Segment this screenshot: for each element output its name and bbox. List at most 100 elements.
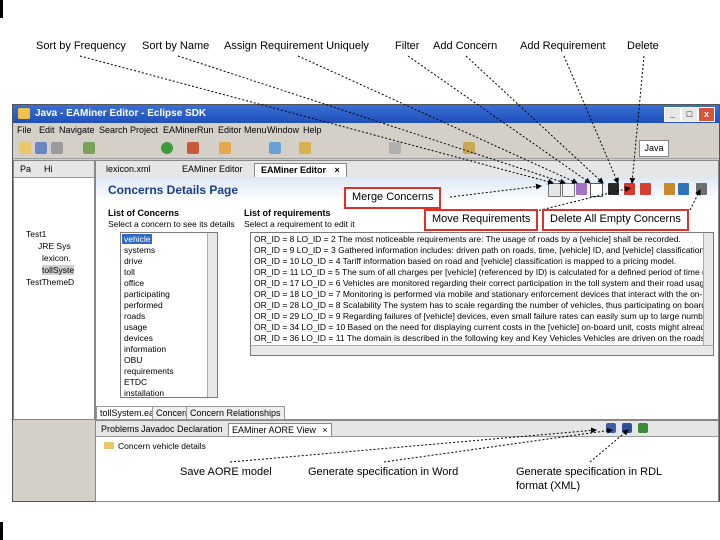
print-icon[interactable]: [51, 142, 63, 154]
external-tools-icon[interactable]: [187, 142, 199, 154]
page-title: Concerns Details Page: [108, 183, 239, 197]
save-icon[interactable]: [35, 142, 47, 154]
tree-item-jre[interactable]: JRE Sys: [38, 241, 71, 251]
open-type-icon[interactable]: [269, 142, 281, 154]
next-annotation-icon[interactable]: [389, 142, 401, 154]
maximize-button[interactable]: □: [681, 107, 698, 122]
requirement-item[interactable]: OR_ID = 11 LO_ID = 5 The sum of all char…: [254, 267, 713, 277]
close-button[interactable]: x: [698, 107, 715, 122]
requirements-title: List of requirements: [244, 208, 331, 218]
bottom-views: Problems Javadoc Declaration EAMiner AOR…: [95, 420, 719, 502]
run-icon[interactable]: [161, 142, 173, 154]
menu-window[interactable]: Window: [267, 125, 299, 135]
new-java-project-icon[interactable]: [219, 142, 231, 154]
assign-requirement-icon[interactable]: [576, 183, 587, 195]
editor-tabstrip: lexicon.xml EAMiner Editor EAMiner Edito…: [96, 161, 718, 179]
editor-footer-tabs: tollSystem.ea Concerns Concern Relations…: [96, 405, 396, 420]
concern-item[interactable]: installation: [124, 388, 164, 397]
callout-delete: Delete: [627, 40, 659, 52]
concern-item[interactable]: requirements: [124, 366, 174, 376]
requirements-desc: Select a requirement to edit it: [244, 219, 355, 229]
generate-rdl-icon[interactable]: [638, 423, 648, 433]
tab-tollsystem[interactable]: tollSystem.ea: [96, 406, 159, 420]
tree-item-test1[interactable]: Test1: [26, 229, 46, 239]
move-requirements-icon[interactable]: [678, 183, 689, 195]
requirement-item[interactable]: OR_ID = 34 LO_ID = 10 Based on the need …: [254, 322, 713, 332]
requirement-item[interactable]: OR_ID = 29 LO_ID = 9 Regarding failures …: [254, 311, 713, 321]
menu-help[interactable]: Help: [303, 125, 322, 135]
concerns-scrollbar[interactable]: [207, 233, 217, 397]
concern-item[interactable]: office: [124, 278, 144, 288]
tree-item-testtheme[interactable]: TestThemeD: [26, 277, 74, 287]
concern-item[interactable]: information: [124, 344, 166, 354]
sort-frequency-icon[interactable]: [548, 183, 561, 197]
requirement-item[interactable]: OR_ID = 18 LO_ID = 7 Monitoring is perfo…: [254, 289, 713, 299]
requirement-item[interactable]: OR_ID = 9 LO_ID = 3 Gathered information…: [254, 245, 707, 255]
filter-icon[interactable]: [590, 183, 603, 197]
close-icon[interactable]: ×: [322, 425, 327, 435]
tab-eaminer-editor-2[interactable]: EAMiner Editor ×: [254, 163, 347, 177]
back-icon[interactable]: [463, 142, 475, 154]
sort-name-icon[interactable]: [562, 183, 575, 197]
close-icon[interactable]: ×: [335, 165, 340, 175]
concern-item[interactable]: devices: [124, 333, 153, 343]
concern-item[interactable]: participating: [124, 289, 170, 299]
requirements-hscroll[interactable]: [251, 345, 713, 355]
tab-javadoc[interactable]: Javadoc: [138, 423, 178, 435]
add-requirement-icon[interactable]: [624, 183, 635, 195]
minimize-button[interactable]: _: [664, 107, 681, 122]
tab-eaminer-editor-1[interactable]: EAMiner Editor: [176, 163, 249, 176]
delete-empty-concerns-icon[interactable]: [696, 183, 707, 195]
callout-merge-concerns: Merge Concerns: [344, 187, 442, 209]
bottom-tabstrip: Problems Javadoc Declaration EAMiner AOR…: [96, 421, 718, 437]
requirement-item[interactable]: OR_ID = 17 LO_ID = 6 Vehicles are monito…: [254, 278, 711, 288]
requirements-vscroll[interactable]: [703, 233, 713, 346]
tab-hierarchy[interactable]: Hi: [44, 164, 53, 174]
search-icon[interactable]: [299, 142, 311, 154]
menu-navigate[interactable]: Navigate: [59, 125, 95, 135]
concern-item[interactable]: systems: [124, 245, 155, 255]
tab-concern-relationships[interactable]: Concern Relationships: [186, 406, 285, 420]
tree-item-lexicon[interactable]: lexicon.: [42, 253, 71, 263]
concern-item[interactable]: ETDC: [124, 377, 147, 387]
menu-eaminer[interactable]: EAMiner: [163, 125, 198, 135]
generate-word-icon[interactable]: [622, 423, 632, 433]
requirement-item[interactable]: OR_ID = 28 LO_ID = 8 Scalability The sys…: [254, 300, 713, 310]
tab-eaminer-aore-view[interactable]: EAMiner AORE View ×: [228, 423, 332, 436]
menu-file[interactable]: File: [17, 125, 32, 135]
requirement-item[interactable]: OR_ID = 36 LO_ID = 11 The domain is desc…: [254, 333, 705, 343]
requirement-item[interactable]: OR_ID = 10 LO_ID = 4 Tariff information …: [254, 256, 676, 266]
callout-generate-rdl-1: Generate specification in RDL: [516, 466, 663, 478]
concern-item[interactable]: toll: [124, 267, 135, 277]
requirement-item[interactable]: OR_ID = 8 LO_ID = 2 The most noticeable …: [254, 234, 681, 244]
delete-icon[interactable]: [640, 183, 651, 195]
new-icon[interactable]: [19, 142, 31, 154]
merge-concerns-icon[interactable]: [664, 183, 675, 195]
save-aore-icon[interactable]: [606, 423, 616, 433]
concern-item[interactable]: performed: [124, 300, 163, 310]
concern-item[interactable]: drive: [124, 256, 142, 266]
tab-problems[interactable]: Problems: [98, 423, 142, 435]
concern-item-vehicle[interactable]: vehicle: [122, 234, 153, 244]
left-edge-mark: [0, 522, 3, 540]
add-concern-icon[interactable]: [608, 183, 619, 195]
concerns-desc: Select a concern to see its details: [108, 219, 235, 229]
tab-lexicon[interactable]: lexicon.xml: [100, 163, 157, 176]
concern-item[interactable]: OBU: [124, 355, 142, 365]
menu-edit[interactable]: Edit: [39, 125, 55, 135]
menu-search[interactable]: Search: [99, 125, 128, 135]
debug-icon[interactable]: [83, 142, 95, 154]
menu-project[interactable]: Project: [130, 125, 158, 135]
menu-editor-menu[interactable]: Editor Menu: [218, 125, 267, 135]
aore-tree-item[interactable]: Concern vehicle details: [104, 441, 206, 451]
perspective-java[interactable]: Java: [639, 140, 669, 157]
tree-item-tollsystem[interactable]: tollSyste: [42, 265, 75, 275]
requirements-list[interactable]: OR_ID = 8 LO_ID = 2 The most noticeable …: [250, 232, 714, 356]
concerns-list[interactable]: vehicle systems drive toll office partic…: [120, 232, 218, 398]
concern-item[interactable]: roads: [124, 311, 145, 321]
tab-declaration[interactable]: Declaration: [174, 423, 226, 435]
tab-package-explorer[interactable]: Pa: [20, 164, 31, 174]
callout-add-requirement: Add Requirement: [520, 40, 606, 52]
menu-run[interactable]: Run: [197, 125, 214, 135]
concern-item[interactable]: usage: [124, 322, 147, 332]
